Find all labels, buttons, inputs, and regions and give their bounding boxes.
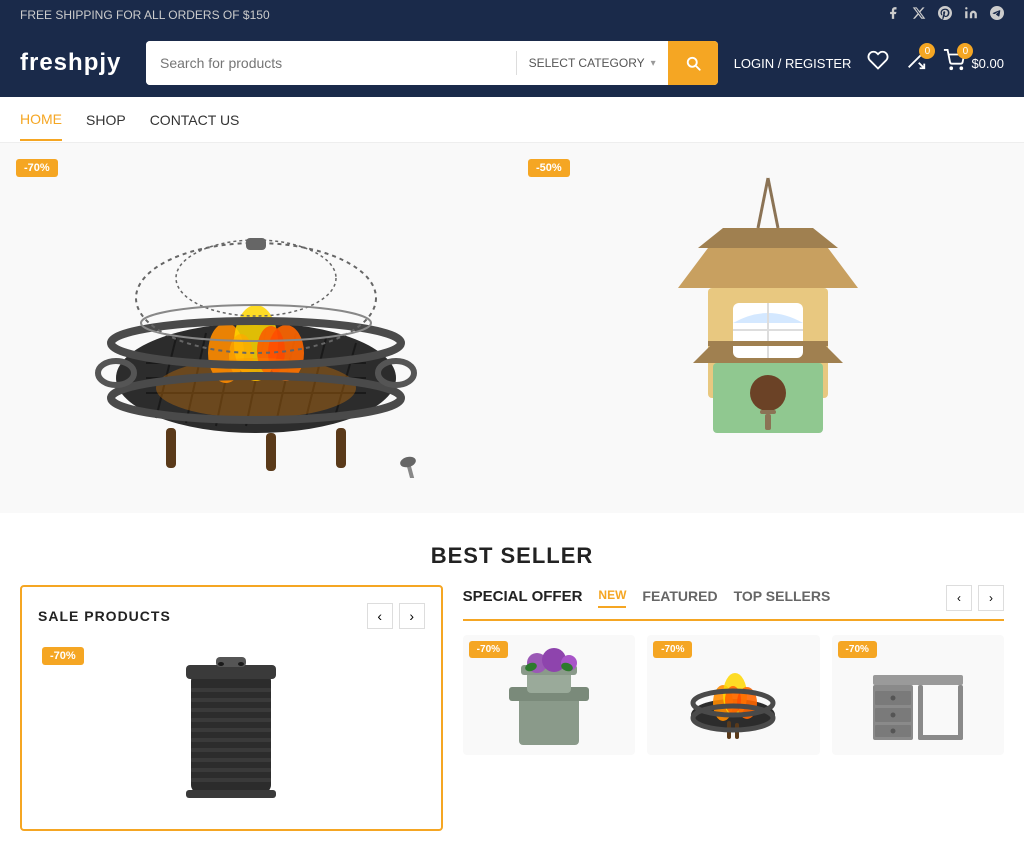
special-offer-panel: SPECIAL OFFER NEW FEATURED TOP SELLERS ‹…: [463, 585, 1004, 831]
heart-icon: [867, 49, 889, 71]
special-offer-tabs: SPECIAL OFFER NEW FEATURED TOP SELLERS: [463, 588, 831, 609]
hero-section: -70%: [0, 143, 1024, 513]
hero-left-badge: -70%: [16, 159, 58, 177]
offer-product-1[interactable]: -70%: [463, 635, 635, 755]
best-seller-title: BEST SELLER: [20, 543, 1004, 569]
sale-product-badge: -70%: [42, 647, 84, 665]
main-nav: HOME SHOP CONTACT US: [0, 97, 1024, 143]
sale-panel-header: SALE PRODUCTS ‹ ›: [38, 603, 425, 629]
login-register-button[interactable]: LOGIN / REGISTER: [734, 56, 852, 71]
offer-next-button[interactable]: ›: [978, 585, 1004, 611]
top-banner: FREE SHIPPING FOR ALL ORDERS OF $150: [0, 0, 1024, 29]
offer-product-2-badge: -70%: [653, 641, 692, 658]
special-offer-tab-new[interactable]: NEW: [598, 588, 626, 608]
compare-button[interactable]: 0: [905, 49, 927, 77]
sale-panel-nav: ‹ ›: [367, 603, 425, 629]
special-offer-tab-featured[interactable]: FEATURED: [642, 588, 717, 608]
offer-product-3-badge: -70%: [838, 641, 877, 658]
special-offer-header: SPECIAL OFFER NEW FEATURED TOP SELLERS ‹…: [463, 585, 1004, 621]
birdhouse-image: [638, 168, 898, 488]
best-seller-section: BEST SELLER: [0, 513, 1024, 585]
special-offer-tab-top-sellers[interactable]: TOP SELLERS: [734, 588, 831, 608]
header: freshpjy SELECT CATEGORY ▾ LOGIN / REGIS…: [0, 29, 1024, 97]
fire-pit-image: [66, 178, 446, 478]
nav-item-contact[interactable]: CONTACT US: [150, 100, 240, 140]
facebook-icon[interactable]: [886, 6, 900, 23]
sale-product-thumb: -70%: [38, 643, 425, 813]
chevron-down-icon: ▾: [651, 58, 656, 69]
category-dropdown[interactable]: SELECT CATEGORY ▾: [517, 41, 668, 85]
banner-text: FREE SHIPPING FOR ALL ORDERS OF $150: [20, 8, 270, 22]
offer-products: -70% -70%: [463, 635, 1004, 755]
sale-prev-button[interactable]: ‹: [367, 603, 393, 629]
search-button[interactable]: [668, 41, 718, 85]
offer-product-1-image: [499, 635, 599, 755]
offer-nav: ‹ ›: [946, 585, 1004, 611]
offer-product-2[interactable]: -70%: [647, 635, 819, 755]
twitter-icon[interactable]: [912, 6, 926, 23]
wishlist-button[interactable]: [867, 49, 889, 77]
logo[interactable]: freshpjy: [20, 49, 130, 77]
offer-product-3[interactable]: -70%: [832, 635, 1004, 755]
search-icon: [684, 54, 702, 72]
nav-item-shop[interactable]: SHOP: [86, 100, 126, 140]
offer-prev-button[interactable]: ‹: [946, 585, 972, 611]
sale-next-button[interactable]: ›: [399, 603, 425, 629]
social-icons: [886, 6, 1004, 23]
linkedin-icon[interactable]: [964, 6, 978, 23]
cart-icon-wrapper: 0: [943, 49, 965, 77]
compare-badge: 0: [919, 43, 935, 59]
nav-item-home[interactable]: HOME: [20, 99, 62, 141]
sale-product-image: [166, 643, 296, 813]
telegram-icon[interactable]: [990, 6, 1004, 23]
hero-right-product: -50%: [512, 143, 1024, 513]
hero-left-product: -70%: [0, 143, 512, 513]
sale-products-panel: SALE PRODUCTS ‹ › -70%: [20, 585, 443, 831]
search-bar: SELECT CATEGORY ▾: [146, 41, 718, 85]
offer-product-3-image: [868, 635, 968, 755]
sale-panel-title: SALE PRODUCTS: [38, 608, 171, 624]
pinterest-icon[interactable]: [938, 6, 952, 23]
special-offer-main-tab[interactable]: SPECIAL OFFER: [463, 588, 583, 609]
cart-amount: $0.00: [971, 56, 1004, 71]
search-input[interactable]: [146, 41, 516, 85]
offer-product-2-image: [683, 635, 783, 755]
cart-button[interactable]: 0 $0.00: [943, 49, 1004, 77]
hero-right-badge: -50%: [528, 159, 570, 177]
header-actions: LOGIN / REGISTER 0 0 $0.00: [734, 49, 1004, 77]
category-label: SELECT CATEGORY: [529, 56, 645, 70]
bottom-panels: SALE PRODUCTS ‹ › -70%: [0, 585, 1024, 851]
offer-product-1-badge: -70%: [469, 641, 508, 658]
